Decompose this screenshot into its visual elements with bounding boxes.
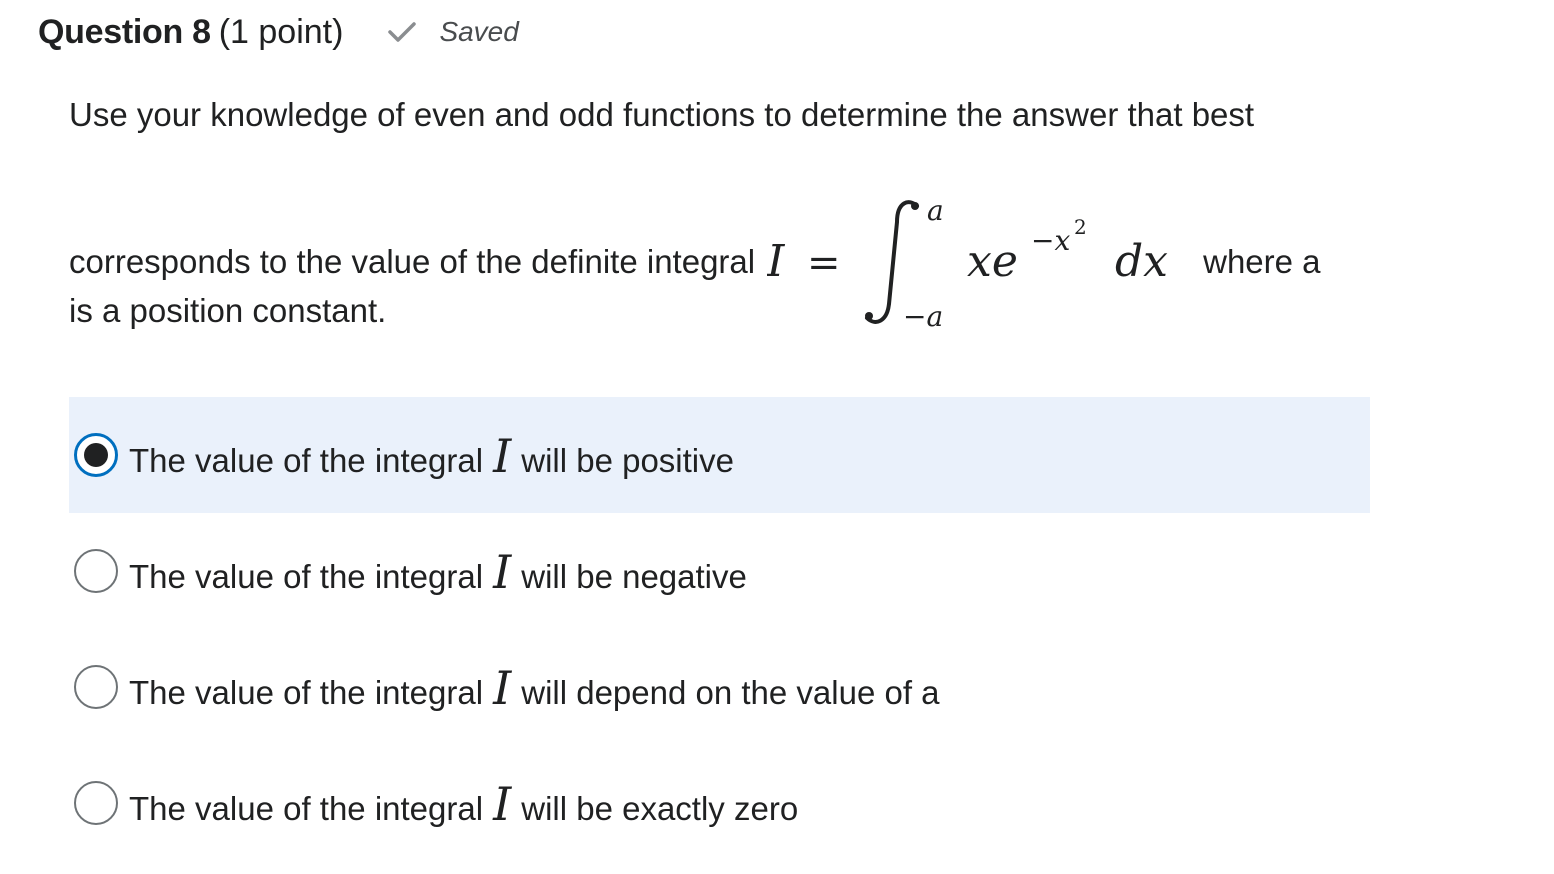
answer-option-prefix: The value of the integral xyxy=(129,790,484,827)
answer-option-suffix: will be positive xyxy=(521,442,734,479)
answer-option-label: The value of the integral I will be nega… xyxy=(129,549,747,596)
check-icon xyxy=(387,20,417,44)
saved-label: Saved xyxy=(439,16,519,47)
answer-option-suffix: will be exactly zero xyxy=(521,790,799,827)
answer-option-suffix: will depend on the value of a xyxy=(521,674,940,711)
answer-option-3[interactable]: The value of the integral I will depend … xyxy=(69,629,1370,745)
formula-differential: dx xyxy=(1115,236,1168,287)
question-number: Question 8 xyxy=(38,12,211,51)
question-points: (1 point) xyxy=(218,12,344,51)
formula-upper-limit: a xyxy=(927,194,944,227)
answer-option-symbol: I xyxy=(493,661,512,715)
formula-exponent-power: 2 xyxy=(1074,215,1087,239)
integral-formula: I = a −a xe −x 2 dx xyxy=(767,192,1197,332)
answer-option-prefix: The value of the integral xyxy=(129,674,484,711)
formula-lhs: I xyxy=(767,236,786,287)
radio-button[interactable] xyxy=(74,665,118,709)
question-text-prefix: corresponds to the value of the definite… xyxy=(69,243,756,280)
radio-button[interactable] xyxy=(74,549,118,593)
answer-option-prefix: The value of the integral xyxy=(129,558,484,595)
formula-exponent: −x xyxy=(1031,224,1070,257)
answer-option-symbol: I xyxy=(493,429,512,483)
answer-options: The value of the integral I will be posi… xyxy=(69,397,1370,861)
question-text-suffix: where a xyxy=(1203,243,1321,280)
answer-option-symbol: I xyxy=(493,545,512,599)
formula-lower-limit: −a xyxy=(903,300,943,332)
radio-button[interactable] xyxy=(74,781,118,825)
formula-equals: = xyxy=(807,240,841,286)
answer-option-label: The value of the integral I will be exac… xyxy=(129,781,798,828)
formula-integrand: xe xyxy=(967,236,1018,287)
question-text-line-3: is a position constant. xyxy=(69,292,387,329)
radio-button-selected[interactable] xyxy=(74,433,118,477)
saved-status: Saved xyxy=(387,16,519,48)
answer-option-1[interactable]: The value of the integral I will be posi… xyxy=(69,397,1370,513)
answer-option-suffix: will be negative xyxy=(521,558,747,595)
answer-option-4[interactable]: The value of the integral I will be exac… xyxy=(69,745,1370,861)
answer-option-symbol: I xyxy=(493,777,512,831)
answer-option-2[interactable]: The value of the integral I will be nega… xyxy=(69,513,1370,629)
answer-option-prefix: The value of the integral xyxy=(129,442,484,479)
question-header: Question 8 (1 point) Saved xyxy=(38,10,519,54)
question-text-line-1: Use your knowledge of even and odd funct… xyxy=(69,96,1255,133)
answer-option-label: The value of the integral I will be posi… xyxy=(129,433,734,480)
answer-option-label: The value of the integral I will depend … xyxy=(129,665,940,712)
